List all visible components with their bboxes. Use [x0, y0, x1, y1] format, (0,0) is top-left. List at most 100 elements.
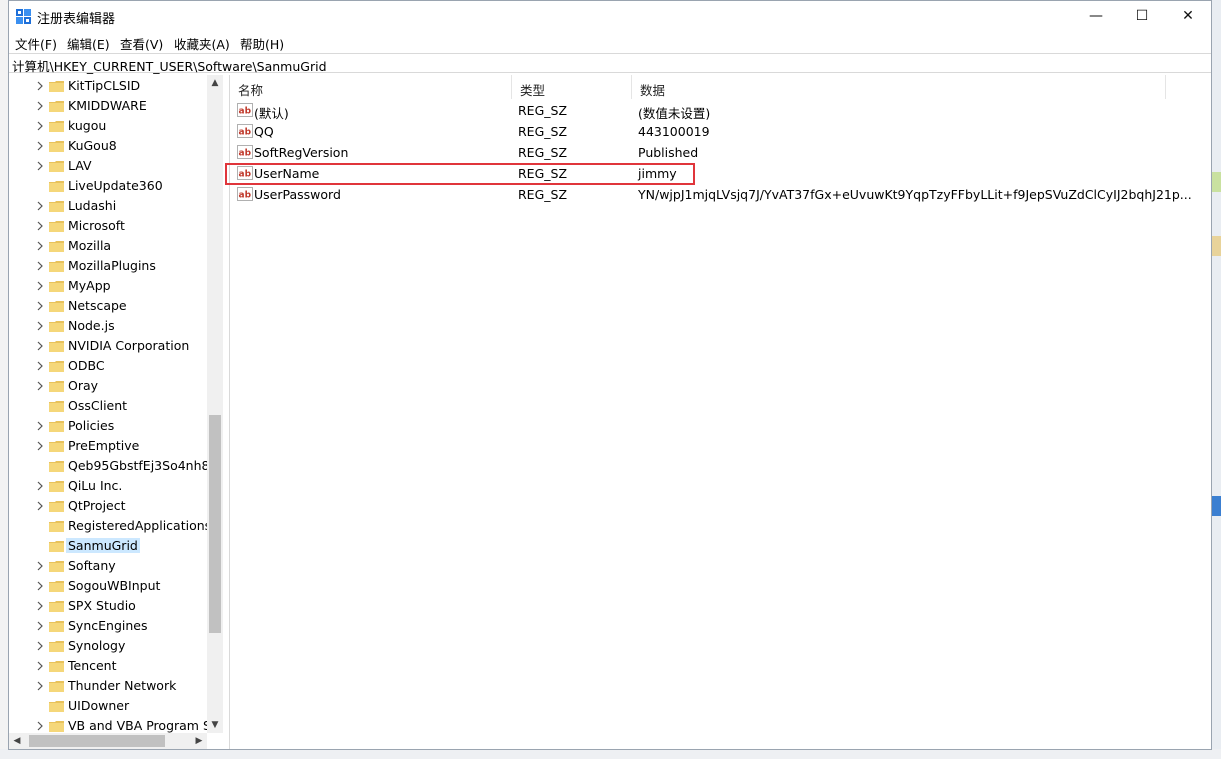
value-row[interactable]: ab (默认) REG_SZ (数值未设置) [230, 100, 1190, 121]
address-bar[interactable]: 计算机\HKEY_CURRENT_USER\Software\SanmuGrid [9, 53, 1211, 75]
tree-item-policies[interactable]: Policies [9, 416, 214, 436]
tree-vertical-scroll-thumb[interactable] [209, 415, 221, 633]
chevron-right-icon[interactable] [35, 241, 45, 251]
column-header-type[interactable]: 类型 [512, 75, 632, 99]
menu-edit[interactable]: 编辑(E) [67, 34, 110, 53]
column-header-name[interactable]: 名称 [230, 75, 512, 99]
chevron-right-icon[interactable] [35, 441, 45, 451]
value-name: UserPassword [254, 187, 341, 202]
chevron-right-icon[interactable] [35, 681, 45, 691]
value-data: YN/wjpJ1mjqLVsjq7J/YvAT37fGx+eUvuwKt9Yqp… [638, 187, 1192, 202]
chevron-right-icon[interactable] [35, 661, 45, 671]
chevron-right-icon[interactable] [35, 81, 45, 91]
tree-item-label: Microsoft [68, 218, 125, 233]
tree-item-tencent[interactable]: Tencent [9, 656, 214, 676]
tree-item-odbc[interactable]: ODBC [9, 356, 214, 376]
tree-item-ludashi[interactable]: Ludashi [9, 196, 214, 216]
chevron-right-icon[interactable] [35, 221, 45, 231]
tree-horizontal-scroll-thumb[interactable] [29, 735, 165, 747]
chevron-right-icon[interactable] [35, 481, 45, 491]
chevron-right-icon[interactable] [35, 361, 45, 371]
svg-text:ab: ab [239, 149, 252, 159]
value-type: REG_SZ [518, 103, 568, 118]
tree-item-nvidia-corporation[interactable]: NVIDIA Corporation [9, 336, 214, 356]
chevron-right-icon[interactable] [35, 381, 45, 391]
tree-item-uidowner[interactable]: UIDowner [9, 696, 214, 716]
chevron-right-icon[interactable] [35, 621, 45, 631]
menu-file[interactable]: 文件(F) [15, 34, 57, 53]
chevron-right-icon[interactable] [35, 261, 45, 271]
tree-item-qilu-inc-[interactable]: QiLu Inc. [9, 476, 214, 496]
folder-icon [49, 161, 64, 172]
tree-item-spx-studio[interactable]: SPX Studio [9, 596, 214, 616]
tree-item-syncengines[interactable]: SyncEngines [9, 616, 214, 636]
chevron-right-icon[interactable] [35, 721, 45, 731]
menu-view[interactable]: 查看(V) [120, 34, 163, 53]
chevron-right-icon[interactable] [35, 141, 45, 151]
tree-item-netscape[interactable]: Netscape [9, 296, 214, 316]
chevron-right-icon[interactable] [35, 421, 45, 431]
menu-help[interactable]: 帮助(H) [240, 34, 284, 53]
chevron-right-icon[interactable] [35, 581, 45, 591]
column-header-data[interactable]: 数据 [632, 75, 1166, 99]
tree-item-label: NVIDIA Corporation [68, 338, 190, 353]
scroll-up-arrow-icon[interactable]: ▲ [207, 75, 223, 91]
tree-item-kugou[interactable]: kugou [9, 116, 214, 136]
tree-item-preemptive[interactable]: PreEmptive [9, 436, 214, 456]
tree-item-mozilla[interactable]: Mozilla [9, 236, 214, 256]
folder-icon [49, 421, 64, 432]
chevron-right-icon[interactable] [35, 121, 45, 131]
title-bar[interactable]: 注册表编辑器 — ☐ ✕ [9, 1, 1211, 31]
menu-favorites[interactable]: 收藏夹(A) [174, 34, 230, 53]
chevron-right-icon[interactable] [35, 321, 45, 331]
tree-item-thunder-network[interactable]: Thunder Network [9, 676, 214, 696]
value-row[interactable]: ab QQ REG_SZ 443100019 [230, 121, 1190, 142]
chevron-right-icon[interactable] [35, 641, 45, 651]
tree-item-label: Oray [68, 378, 99, 393]
scroll-right-arrow-icon[interactable]: ▶ [191, 733, 207, 749]
chevron-right-icon[interactable] [35, 281, 45, 291]
tree-item-sanmugrid[interactable]: SanmuGrid [9, 536, 214, 556]
chevron-right-icon[interactable] [35, 101, 45, 111]
tree-item-registeredapplications[interactable]: RegisteredApplications [9, 516, 214, 536]
chevron-right-icon[interactable] [35, 341, 45, 351]
tree-item-label: MyApp [68, 278, 111, 293]
chevron-right-icon[interactable] [35, 301, 45, 311]
tree-item-microsoft[interactable]: Microsoft [9, 216, 214, 236]
tree-item-softany[interactable]: Softany [9, 556, 214, 576]
maximize-button[interactable]: ☐ [1119, 1, 1165, 31]
tree-item-node-js[interactable]: Node.js [9, 316, 214, 336]
tree-item-mozillaplugins[interactable]: MozillaPlugins [9, 256, 214, 276]
key-tree-pane[interactable]: KitTipCLSID KMIDDWARE kugou KuGou8 LAV LiveUp… [9, 75, 224, 749]
value-data: (数值未设置) [638, 106, 711, 121]
tree-item-liveupdate360[interactable]: LiveUpdate360 [9, 176, 214, 196]
chevron-right-icon[interactable] [35, 601, 45, 611]
chevron-right-icon[interactable] [35, 161, 45, 171]
minimize-button[interactable]: — [1073, 1, 1119, 31]
tree-item-kittipclsid[interactable]: KitTipCLSID [9, 76, 214, 96]
tree-item-sogouwbinput[interactable]: SogouWBInput [9, 576, 214, 596]
tree-item-kugou8[interactable]: KuGou8 [9, 136, 214, 156]
value-row[interactable]: ab SoftRegVersion REG_SZ Published [230, 142, 1190, 163]
value-row[interactable]: ab UserPassword REG_SZ YN/wjpJ1mjqLVsjq7J/Y… [230, 184, 1192, 205]
tree-item-kmiddware[interactable]: KMIDDWARE [9, 96, 214, 116]
tree-item-qtproject[interactable]: QtProject [9, 496, 214, 516]
tree-item-label: Node.js [68, 318, 115, 333]
address-path[interactable]: 计算机\HKEY_CURRENT_USER\Software\SanmuGrid [12, 56, 327, 75]
chevron-right-icon[interactable] [35, 201, 45, 211]
scroll-down-arrow-icon[interactable]: ▼ [207, 717, 223, 733]
close-button[interactable]: ✕ [1165, 1, 1211, 31]
chevron-right-icon[interactable] [35, 561, 45, 571]
tree-item-lav[interactable]: LAV [9, 156, 214, 176]
tree-item-qeb95gbstfej3so4nh81[interactable]: Qeb95GbstfEj3So4nh81 [9, 456, 217, 476]
chevron-right-icon[interactable] [35, 501, 45, 511]
tree-horizontal-scrollbar[interactable]: ◀ ▶ [9, 733, 207, 749]
tree-vertical-scrollbar[interactable]: ▲ ▼ [207, 75, 223, 733]
tree-item-oray[interactable]: Oray [9, 376, 214, 396]
tree-item-synology[interactable]: Synology [9, 636, 214, 656]
folder-icon [49, 81, 64, 92]
folder-icon [49, 441, 64, 452]
tree-item-ossclient[interactable]: OssClient [9, 396, 214, 416]
scroll-left-arrow-icon[interactable]: ◀ [9, 733, 25, 749]
tree-item-myapp[interactable]: MyApp [9, 276, 214, 296]
